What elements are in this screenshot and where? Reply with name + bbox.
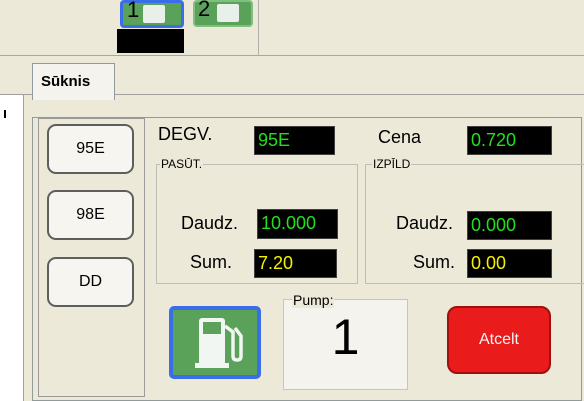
done-qty-label: Daudz. (396, 213, 454, 233)
tab-pump[interactable]: Sūknis (32, 63, 115, 100)
fuel-pump-icon (195, 318, 243, 368)
fuel-pump-icon (217, 4, 239, 22)
pump-thumb-selected-bar (117, 29, 184, 53)
pump-label: Pump: (292, 292, 335, 308)
done-sum-label: Sum. (413, 252, 456, 272)
divider (258, 0, 259, 56)
fuel-button-label: 98E (76, 206, 105, 223)
list-marker (4, 110, 6, 118)
side-list-panel[interactable] (0, 95, 24, 401)
done-qty-display: 0.000 (467, 211, 552, 240)
fuel-button-98e[interactable]: 98E (47, 190, 134, 240)
price-display: 0.720 (467, 126, 552, 155)
order-qty-label: Daudz. (181, 213, 239, 233)
price-label: Cena (378, 127, 422, 147)
pump-selector-strip (0, 0, 584, 56)
fuel-pump-button[interactable] (169, 306, 261, 379)
pump-thumb-2[interactable]: 2 (193, 0, 253, 27)
done-group-title: IZPĪLD (372, 157, 412, 171)
pump-thumb-number: 2 (198, 0, 211, 21)
pump-number: 1 (331, 309, 360, 365)
cancel-button-label: Atcelt (478, 331, 519, 348)
pump-thumb-1[interactable]: 1 (120, 0, 184, 28)
fuel-label: DEGV. (158, 124, 213, 144)
fuel-button-95e[interactable]: 95E (47, 124, 134, 174)
cancel-button[interactable]: Atcelt (447, 306, 551, 374)
tab-label: Sūknis (41, 73, 91, 90)
done-sum-display: 0.00 (467, 249, 552, 278)
fuel-display: 95E (254, 126, 335, 155)
order-sum-display: 7.20 (254, 249, 337, 278)
fuel-button-label: 95E (76, 140, 105, 157)
order-group-title: PASŪT. (160, 157, 204, 171)
fuel-button-dd[interactable]: DD (47, 257, 134, 307)
pump-thumb-number: 1 (127, 0, 140, 22)
order-sum-label: Sum. (190, 252, 233, 272)
fuel-pump-icon (143, 5, 165, 23)
fuel-button-label: DD (78, 273, 103, 290)
order-qty-display: 10.000 (257, 209, 338, 239)
